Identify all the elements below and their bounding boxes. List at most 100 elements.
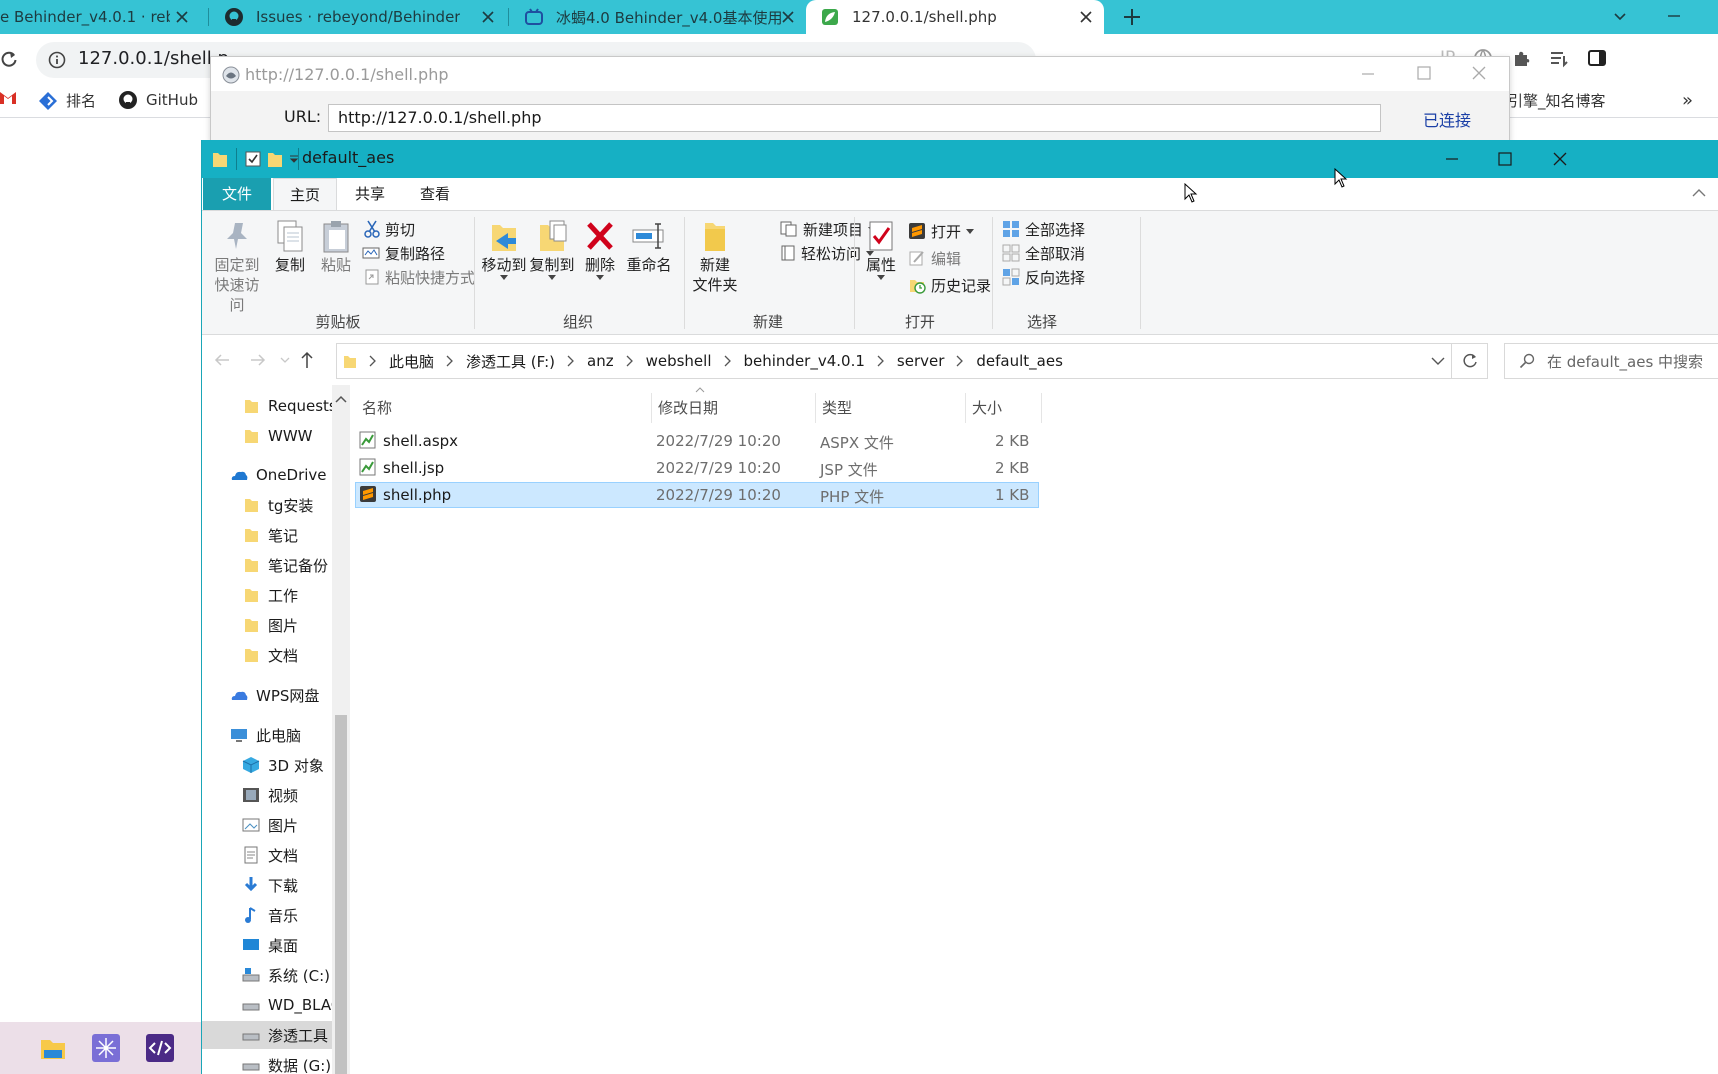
scrollbar-thumb[interactable] (335, 715, 347, 1074)
browser-tab[interactable]: 冰蝎4.0 Behinder_v4.0基本使用 (510, 0, 806, 34)
new-folder-quick-icon[interactable] (267, 150, 283, 168)
nav-scrollbar[interactable] (332, 385, 350, 1074)
paste-button[interactable]: 粘贴 (314, 219, 358, 275)
close-icon[interactable] (1471, 65, 1487, 81)
code-editor-taskbar-icon[interactable] (146, 1034, 174, 1062)
bookmark-github[interactable]: GitHub (118, 90, 198, 110)
history-button[interactable]: 历史记录 (908, 274, 991, 296)
file-row[interactable]: shell.jsp 2022/7/29 10:20 JSP 文件 2 KB (355, 455, 1039, 481)
reading-list-icon[interactable] (1549, 48, 1569, 68)
sidepanel-icon[interactable] (1587, 48, 1607, 68)
forward-arrow-icon[interactable] (250, 353, 266, 367)
file-explorer-taskbar-icon[interactable] (40, 1036, 66, 1060)
breadcrumb-item[interactable]: anz (555, 352, 614, 370)
nav-item[interactable]: 视频 (202, 781, 332, 809)
nav-item[interactable]: 文档 (202, 641, 332, 669)
nav-item[interactable]: WPS网盘 (202, 681, 332, 709)
breadcrumb-item[interactable]: 渗透工具 (F:) (434, 351, 555, 372)
nav-item[interactable]: 桌面 (202, 931, 332, 959)
copy-button[interactable]: 复制 (268, 219, 312, 275)
nav-item[interactable]: OneDrive - P (202, 461, 332, 489)
recent-locations-icon[interactable] (280, 357, 290, 363)
close-icon[interactable] (174, 9, 190, 25)
tab-file[interactable]: 文件 (203, 178, 271, 210)
nav-item[interactable]: 此电脑 (202, 721, 332, 749)
rename-button[interactable]: 重命名 (622, 219, 676, 275)
invert-selection-button[interactable]: 反向选择 (1002, 266, 1085, 288)
copy-to-button[interactable]: 复制到 (528, 219, 576, 280)
search-field[interactable]: 在 default_aes 中搜索 (1504, 343, 1718, 379)
collapse-ribbon-icon[interactable] (1692, 188, 1706, 198)
select-all-button[interactable]: 全部选择 (1002, 218, 1085, 240)
nav-item[interactable]: 3D 对象 (202, 751, 332, 779)
nav-item[interactable]: WD_BLACK (202, 991, 332, 1019)
nav-item[interactable]: 系统 (C:) (202, 961, 332, 989)
nav-item-selected[interactable]: 渗透工具 (F (202, 1021, 332, 1049)
reload-icon[interactable] (0, 50, 18, 68)
minimize-icon[interactable] (1666, 8, 1682, 24)
breadcrumb-item[interactable]: server (865, 352, 944, 370)
nav-item[interactable]: tg安装 (202, 491, 332, 519)
open-button[interactable]: 打开 (908, 220, 975, 242)
file-row[interactable]: shell.aspx 2022/7/29 10:20 ASPX 文件 2 KB (355, 428, 1039, 454)
refresh-button[interactable] (1452, 343, 1488, 379)
nav-item[interactable]: 工作 (202, 581, 332, 609)
copy-path-button[interactable]: 复制路径 (362, 242, 445, 264)
nav-item[interactable]: 笔记 (202, 521, 332, 549)
column-header-name[interactable]: 名称 (356, 393, 652, 423)
bookmark-gmail[interactable] (0, 90, 24, 104)
app-taskbar-icon[interactable] (92, 1034, 120, 1062)
new-tab-icon[interactable] (1122, 7, 1142, 27)
breadcrumb-item[interactable]: default_aes (944, 352, 1063, 370)
browser-tab-active[interactable]: 127.0.0.1/shell.php (806, 0, 1104, 34)
close-icon[interactable] (1552, 151, 1568, 167)
breadcrumb-item[interactable]: behinder_v4.0.1 (712, 352, 865, 370)
nav-item[interactable]: WWW (202, 422, 332, 450)
nav-item[interactable]: 文档 (202, 841, 332, 869)
minimize-icon[interactable] (1361, 67, 1375, 81)
nav-item[interactable]: 数据 (G:) (202, 1051, 332, 1074)
new-folder-button[interactable]: 新建 文件夹 (688, 219, 742, 295)
tab-view[interactable]: 查看 (403, 178, 467, 210)
nav-item[interactable]: 图片 (202, 611, 332, 639)
nav-item[interactable]: 图片 (202, 811, 332, 839)
info-icon[interactable] (48, 51, 66, 69)
back-arrow-icon[interactable] (214, 353, 230, 367)
column-header-size[interactable]: 大小 (966, 393, 1042, 423)
close-icon[interactable] (480, 9, 496, 25)
nav-item[interactable]: 音乐 (202, 901, 332, 929)
move-to-button[interactable]: 移动到 (480, 219, 528, 280)
maximize-icon[interactable] (1498, 152, 1512, 166)
properties-quick-icon[interactable] (245, 151, 261, 167)
pin-to-quick-access-button[interactable]: 固定到 快速访问 (210, 219, 264, 315)
nav-item[interactable]: 笔记备份 (202, 551, 332, 579)
delete-button[interactable]: 删除 (580, 219, 620, 280)
browser-tab[interactable]: e Behinder_v4.0.1 · rebe (0, 0, 200, 34)
breadcrumb-item[interactable]: webshell (614, 352, 712, 370)
select-none-button[interactable]: 全部取消 (1002, 242, 1085, 264)
nav-item[interactable]: 下载 (202, 871, 332, 899)
scroll-up-icon[interactable] (335, 395, 347, 403)
column-header-date[interactable]: 修改日期 (652, 393, 816, 423)
cut-button[interactable]: 剪切 (364, 218, 415, 240)
breadcrumb-item[interactable]: 此电脑 (357, 351, 434, 372)
browser-tab[interactable]: Issues · rebeyond/Behinder (210, 0, 506, 34)
nav-item[interactable]: Requests_f (202, 392, 332, 420)
maximize-icon[interactable] (1417, 66, 1431, 80)
close-icon[interactable] (1078, 9, 1094, 25)
minimize-icon[interactable] (1445, 152, 1459, 166)
bookmarks-overflow[interactable]: » (1682, 90, 1693, 111)
chevron-down-icon[interactable] (1431, 356, 1445, 366)
edit-button[interactable]: 编辑 (908, 247, 961, 269)
close-icon[interactable] (780, 9, 796, 25)
up-arrow-icon[interactable] (300, 351, 314, 369)
bookmark-ranking[interactable]: 排名 (38, 90, 96, 111)
url-field[interactable]: http://127.0.0.1/shell.php (328, 104, 1381, 132)
breadcrumb[interactable]: 此电脑 渗透工具 (F:) anz webshell behinder_v4.0… (336, 343, 1452, 379)
column-header-type[interactable]: 类型 (816, 393, 966, 423)
tab-share[interactable]: 共享 (338, 178, 402, 210)
paste-shortcut-button[interactable]: 粘贴快捷方式 (364, 266, 475, 288)
properties-button[interactable]: 属性 (858, 219, 904, 280)
file-row-selected[interactable]: shell.php 2022/7/29 10:20 PHP 文件 1 KB (355, 482, 1039, 508)
puzzle-icon[interactable] (1511, 48, 1531, 68)
